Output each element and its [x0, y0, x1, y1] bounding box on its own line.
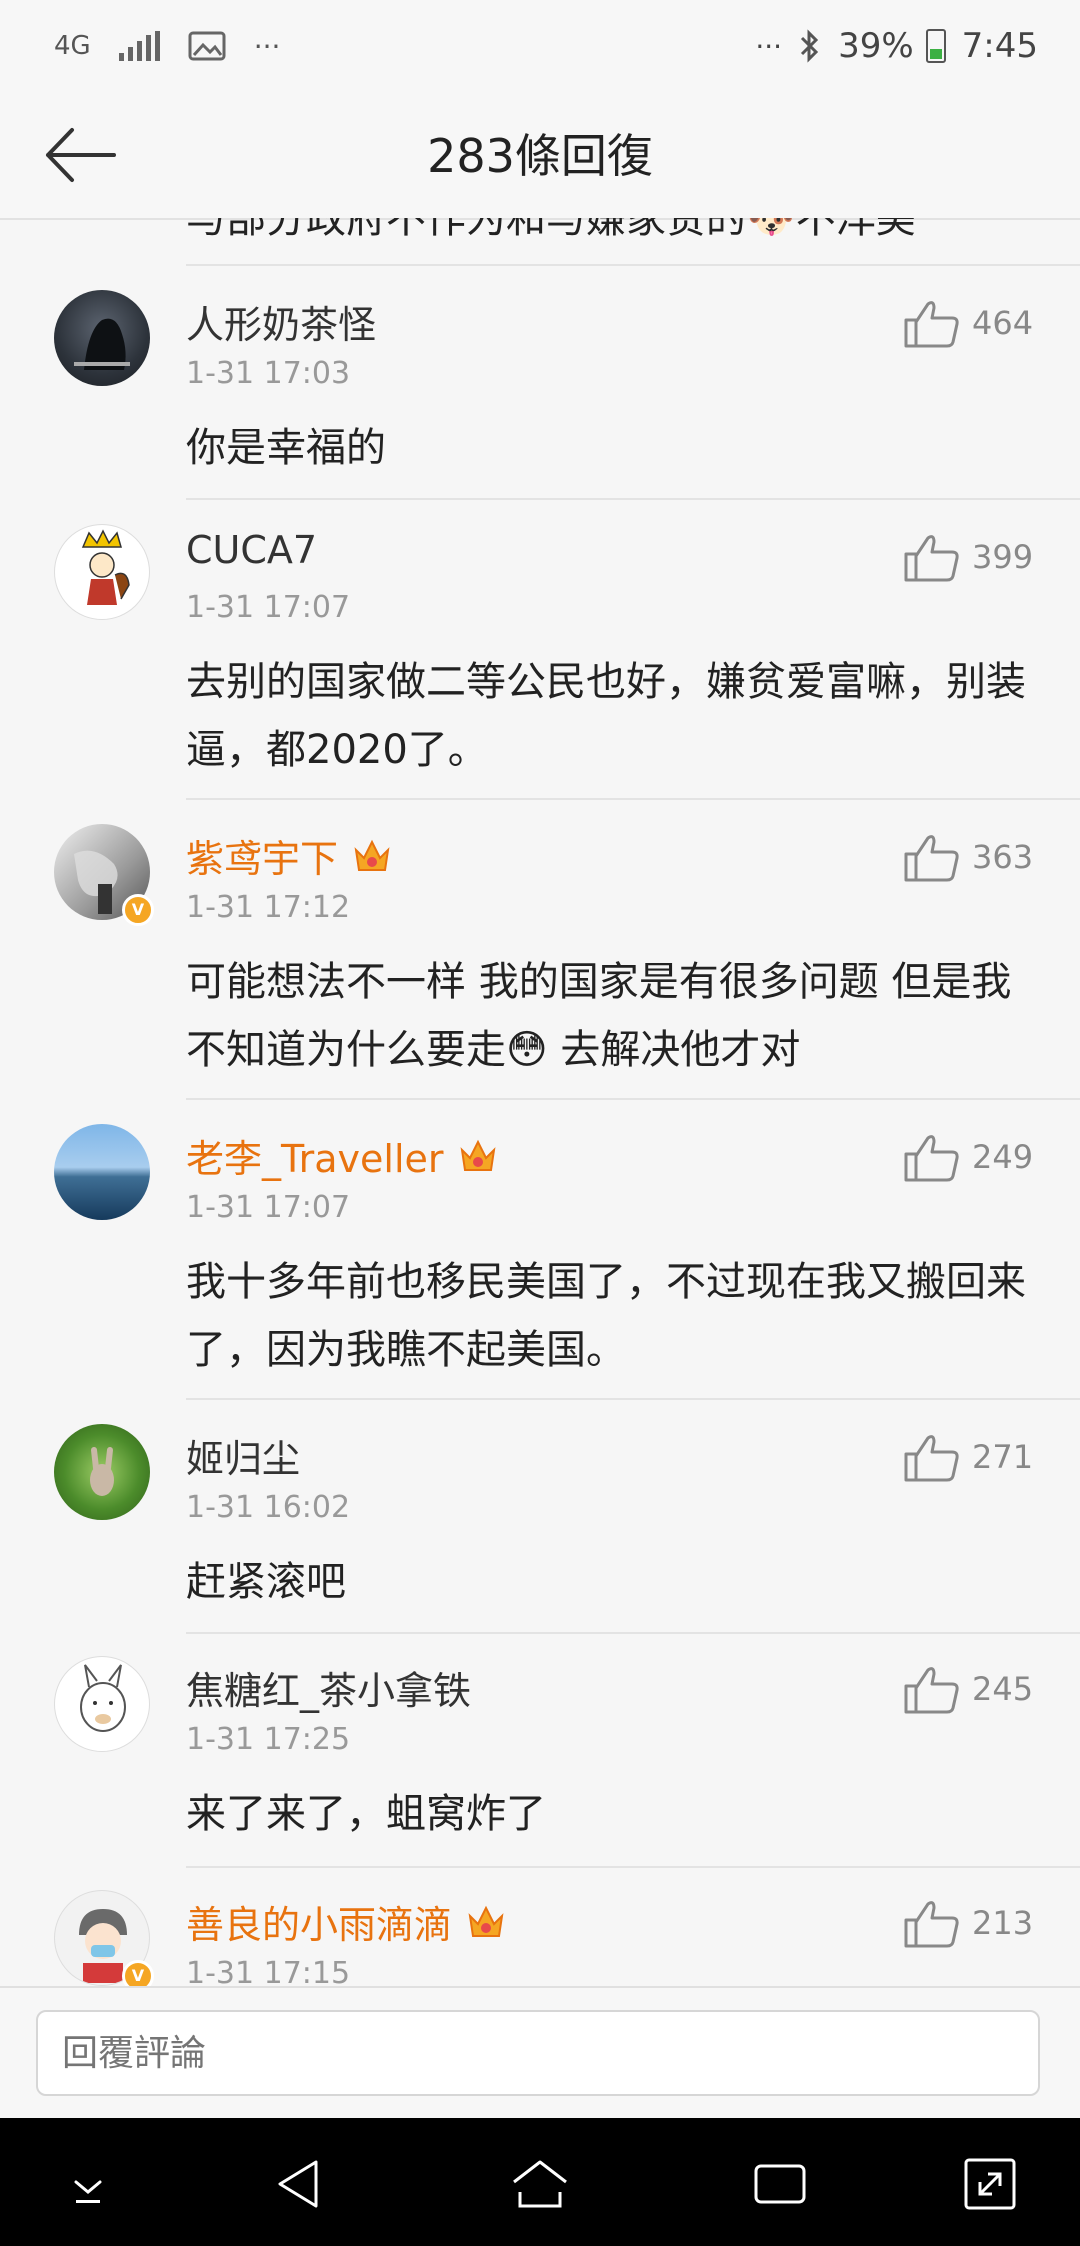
like-icon[interactable] — [902, 1432, 962, 1484]
comment-time: 1-31 17:03 — [186, 356, 351, 391]
comment-time: 1-31 17:07 — [186, 1190, 351, 1225]
nav-back-icon[interactable] — [268, 2152, 332, 2216]
like-count: 271 — [972, 1438, 1034, 1476]
avatar[interactable] — [54, 290, 150, 386]
avatar[interactable] — [54, 1656, 150, 1752]
username[interactable]: 人形奶茶怪 — [186, 294, 376, 349]
username[interactable]: 焦糖红_茶小拿铁 — [186, 1660, 471, 1715]
status-bar: 4G ··· ··· 39% 7:45 — [0, 0, 1080, 92]
reply-input[interactable] — [36, 2010, 1040, 2096]
like-icon[interactable] — [902, 298, 962, 350]
verified-badge-icon: V — [122, 1960, 154, 1986]
username[interactable]: 紫鸢宇下 — [186, 828, 392, 883]
comment-text: 赶紧滚吧 — [186, 1559, 346, 1605]
comment-text: 你是幸福的 — [186, 425, 386, 471]
comment-time: 1-31 17:15 — [186, 1956, 351, 1986]
username[interactable]: 善良的小雨滴滴 — [186, 1894, 506, 1949]
like-count: 245 — [972, 1670, 1034, 1708]
like-count: 363 — [972, 838, 1034, 876]
avatar[interactable] — [54, 524, 150, 620]
nav-down-icon[interactable] — [56, 2152, 120, 2216]
username[interactable]: 老李_Traveller — [186, 1128, 498, 1183]
username[interactable]: 姬归尘 — [186, 1428, 300, 1483]
comment-text: 我十多年前也移民美国了，不过现在我又搬回来了，因为我瞧不起美国。 — [186, 1259, 1026, 1373]
avatar[interactable] — [54, 1424, 150, 1520]
crown-icon — [354, 839, 390, 871]
divider — [186, 264, 1080, 266]
system-nav-bar — [0, 2118, 1080, 2246]
like-icon[interactable] — [902, 1664, 962, 1716]
more-status: ··· — [755, 29, 783, 63]
network-type: 4G — [54, 31, 91, 61]
battery-percent: 39% — [838, 26, 914, 66]
nav-expand-icon[interactable] — [958, 2152, 1022, 2216]
divider — [186, 1098, 1080, 1100]
username[interactable]: CUCA7 — [186, 528, 317, 572]
comment-text: 可能想法不一样 我的国家是有很多问题 但是我不知道为什么要走😳 去解决他才对 — [186, 959, 1012, 1073]
comment-time: 1-31 17:25 — [186, 1722, 351, 1757]
verified-badge-icon: V — [122, 894, 154, 926]
nav-home-icon[interactable] — [508, 2152, 572, 2216]
partial-comment-text: 与部分政府不作为和与嫌家贫的🐶不洋美 — [186, 218, 916, 242]
divider — [186, 1632, 1080, 1634]
divider — [186, 498, 1080, 500]
like-count: 249 — [972, 1138, 1034, 1176]
top-bar: 283條回復 — [0, 92, 1080, 220]
divider — [186, 1398, 1080, 1400]
clock: 7:45 — [961, 26, 1038, 66]
comment-text: 来了来了，蛆窝炸了 — [186, 1791, 546, 1837]
image-icon — [188, 31, 226, 61]
comment-time: 1-31 17:07 — [186, 590, 351, 625]
nav-recents-icon[interactable] — [748, 2152, 812, 2216]
like-icon[interactable] — [902, 532, 962, 584]
battery-icon — [925, 29, 946, 63]
crown-icon — [468, 1905, 504, 1937]
signal-icon — [118, 31, 160, 61]
like-count: 399 — [972, 538, 1034, 576]
bluetooth-icon — [801, 29, 819, 63]
divider — [186, 1866, 1080, 1868]
divider — [186, 798, 1080, 800]
like-icon[interactable] — [902, 1132, 962, 1184]
like-count: 213 — [972, 1904, 1034, 1942]
like-icon[interactable] — [902, 832, 962, 884]
like-icon[interactable] — [902, 1898, 962, 1950]
comment-text: 去别的国家做二等公民也好，嫌贫爱富嘛，别装逼，都2020了。 — [186, 659, 1026, 773]
avatar[interactable] — [54, 1124, 150, 1220]
comment-time: 1-31 17:12 — [186, 890, 351, 925]
more-notifications: ··· — [253, 29, 281, 63]
like-count: 464 — [972, 304, 1034, 342]
crown-icon — [460, 1139, 495, 1171]
page-title: 283條回復 — [427, 129, 653, 183]
reply-bar — [0, 1986, 1080, 2120]
comment-list[interactable]: 与部分政府不作为和与嫌家贫的🐶不洋美 人形奶茶怪 1-31 17:03 你是幸福… — [0, 218, 1080, 1986]
comment-time: 1-31 16:02 — [186, 1490, 351, 1525]
